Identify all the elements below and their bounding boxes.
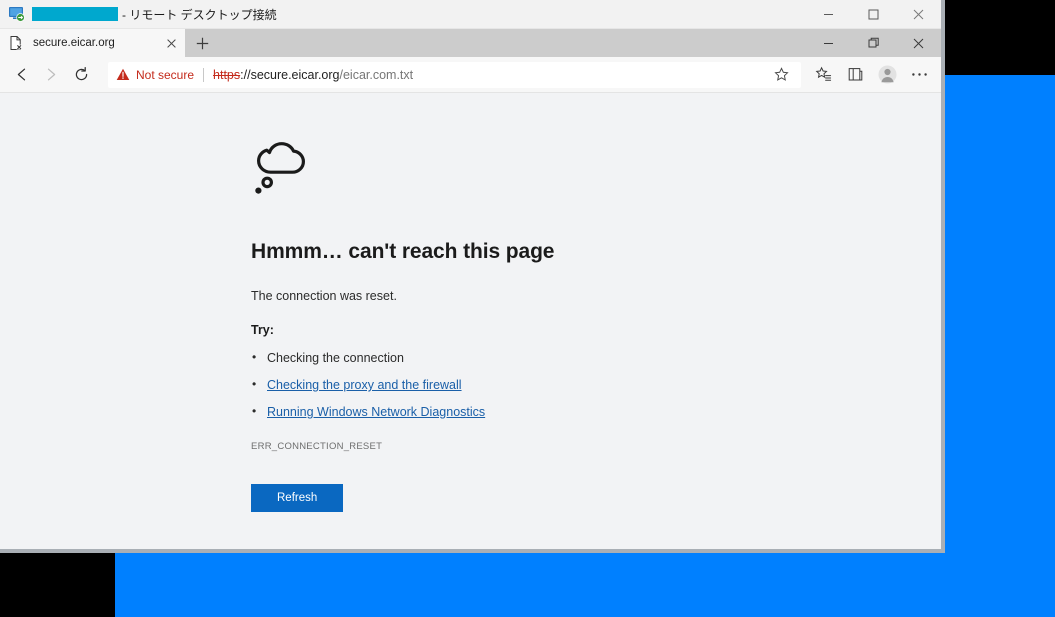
browser-toolbar: Not secure https://secure.eicar.org/eica…	[0, 57, 941, 93]
address-separator	[203, 68, 204, 82]
address-url: https://secure.eicar.org/eicar.com.txt	[213, 68, 769, 82]
remote-desktop-icon	[8, 5, 26, 23]
browser-close-button[interactable]	[896, 29, 941, 57]
tabstrip-drag-area	[219, 29, 806, 57]
try-label: Try:	[251, 323, 941, 337]
desktop-wallpaper-right	[945, 75, 1055, 617]
address-bar[interactable]: Not secure https://secure.eicar.org/eica…	[108, 62, 801, 88]
browser-tab-active[interactable]: secure.eicar.org	[0, 29, 185, 57]
browser-window-controls	[806, 29, 941, 57]
not-secure-warning-icon	[116, 68, 130, 81]
security-status-label: Not secure	[136, 68, 194, 82]
settings-menu-icon[interactable]	[903, 60, 935, 90]
redacted-hostname	[32, 7, 118, 21]
remote-desktop-titlebar[interactable]: - リモート デスクトップ接続	[0, 0, 941, 29]
edge-browser-window: secure.eicar.org	[0, 29, 941, 553]
browser-restore-button[interactable]	[851, 29, 896, 57]
error-description: The connection was reset.	[251, 289, 941, 303]
suggestion-list: Checking the connection Checking the pro…	[251, 351, 941, 419]
browser-minimize-button[interactable]	[806, 29, 851, 57]
error-page: Hmmm… can't reach this page The connecti…	[0, 93, 941, 553]
url-separator: ://	[240, 68, 250, 82]
thought-cloud-icon	[251, 140, 941, 207]
remote-desktop-title-text: - リモート デスクトップ接続	[122, 6, 277, 23]
rdp-maximize-button[interactable]	[851, 0, 896, 28]
broken-page-icon	[8, 35, 24, 51]
url-path: /eicar.com.txt	[340, 68, 414, 82]
favorite-star-icon[interactable]	[769, 63, 793, 87]
error-code: ERR_CONNECTION_RESET	[251, 441, 941, 452]
suggestion-link-network-diagnostics[interactable]: Running Windows Network Diagnostics	[267, 405, 485, 419]
remote-desktop-window: - リモート デスクトップ接続	[0, 0, 945, 553]
desktop-wallpaper-bottom	[115, 553, 1055, 617]
details-label: Details	[277, 550, 314, 553]
tab-close-icon[interactable]	[160, 32, 182, 54]
new-tab-button[interactable]	[185, 29, 219, 57]
details-toggle[interactable]: Details	[251, 550, 361, 553]
favorites-icon[interactable]	[807, 60, 839, 90]
suggestion-link-proxy-firewall[interactable]: Checking the proxy and the firewall	[267, 378, 462, 392]
suggestion-text: Checking the connection	[267, 351, 404, 365]
url-host: secure.eicar.org	[251, 68, 340, 82]
refresh-button[interactable]: Refresh	[251, 484, 343, 512]
profile-avatar-icon[interactable]	[871, 60, 903, 90]
rdp-close-button[interactable]	[896, 0, 941, 28]
remote-desktop-title: - リモート デスクトップ接続	[32, 6, 806, 23]
back-icon[interactable]	[6, 60, 36, 90]
browser-tab-title: secure.eicar.org	[33, 37, 160, 49]
rdp-minimize-button[interactable]	[806, 0, 851, 28]
url-scheme: https	[213, 68, 240, 82]
list-item: Checking the proxy and the firewall	[251, 378, 941, 392]
list-item: Running Windows Network Diagnostics	[251, 405, 941, 419]
forward-icon[interactable]	[36, 60, 66, 90]
browser-tabstrip: secure.eicar.org	[0, 29, 941, 57]
collections-icon[interactable]	[839, 60, 871, 90]
remote-desktop-window-controls	[806, 0, 941, 28]
page-title: Hmmm… can't reach this page	[251, 240, 941, 264]
refresh-icon[interactable]	[66, 60, 96, 90]
list-item: Checking the connection	[251, 351, 941, 365]
